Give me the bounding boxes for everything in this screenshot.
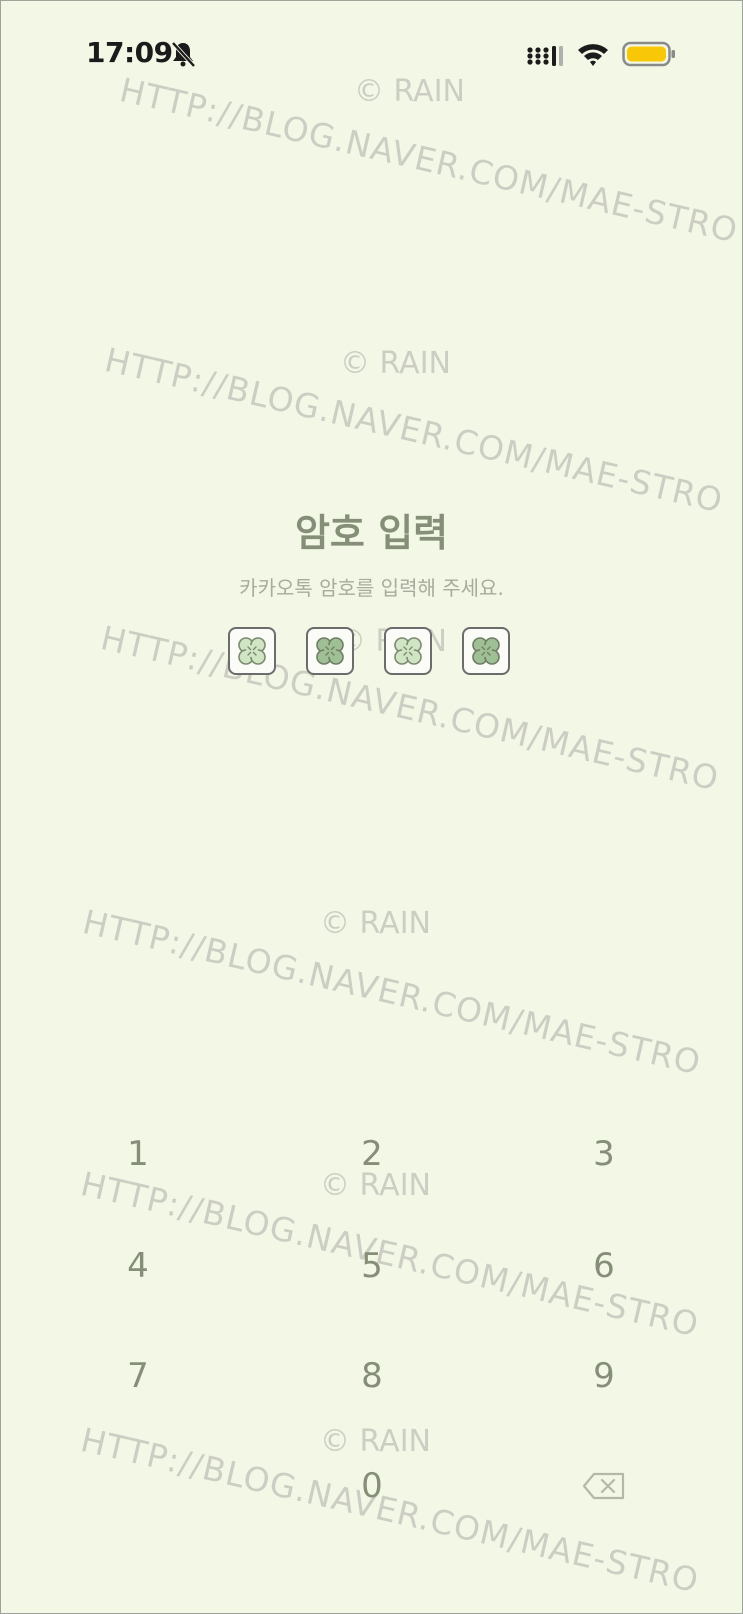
key-7[interactable]: 7 [78, 1336, 198, 1416]
key-4[interactable]: 4 [78, 1226, 198, 1306]
key-9[interactable]: 9 [544, 1336, 664, 1416]
passcode-subtitle: 카카오톡 암호를 입력해 주세요. [239, 576, 504, 600]
key-0[interactable]: 0 [312, 1446, 432, 1526]
clover-icon [316, 637, 344, 665]
watermark-url: HTTP://BLOG.NAVER.COM/MAE-STRO [101, 340, 727, 521]
pin-slot-4 [462, 627, 510, 675]
clover-icon [238, 637, 266, 665]
watermark-copyright: © RAIN [320, 906, 431, 941]
backspace-button[interactable] [544, 1446, 664, 1526]
key-2[interactable]: 2 [312, 1114, 432, 1194]
wifi-icon [578, 44, 608, 66]
key-6[interactable]: 6 [544, 1226, 664, 1306]
key-3[interactable]: 3 [544, 1114, 664, 1194]
pin-slot-3 [384, 627, 432, 675]
cellular-signal-icon [527, 46, 563, 66]
watermark-url: HTTP://BLOG.NAVER.COM/MAE-STRO [79, 902, 705, 1083]
watermark-copyright: © RAIN [340, 346, 451, 381]
watermark-copyright: © RAIN [354, 74, 465, 109]
key-1[interactable]: 1 [78, 1114, 198, 1194]
battery-icon [622, 41, 675, 67]
status-time: 17:09 [86, 36, 173, 69]
backspace-icon [582, 1472, 625, 1500]
pin-indicator [228, 627, 518, 679]
key-5[interactable]: 5 [312, 1226, 432, 1306]
watermark-url: HTTP://BLOG.NAVER.COM/MAE-STRO [116, 70, 742, 251]
key-8[interactable]: 8 [312, 1336, 432, 1416]
clover-icon [394, 637, 422, 665]
clover-icon [472, 637, 500, 665]
passcode-title: 암호 입력 [294, 511, 449, 555]
pin-slot-1 [228, 627, 276, 675]
bell-off-icon [171, 41, 196, 68]
pin-slot-2 [306, 627, 354, 675]
